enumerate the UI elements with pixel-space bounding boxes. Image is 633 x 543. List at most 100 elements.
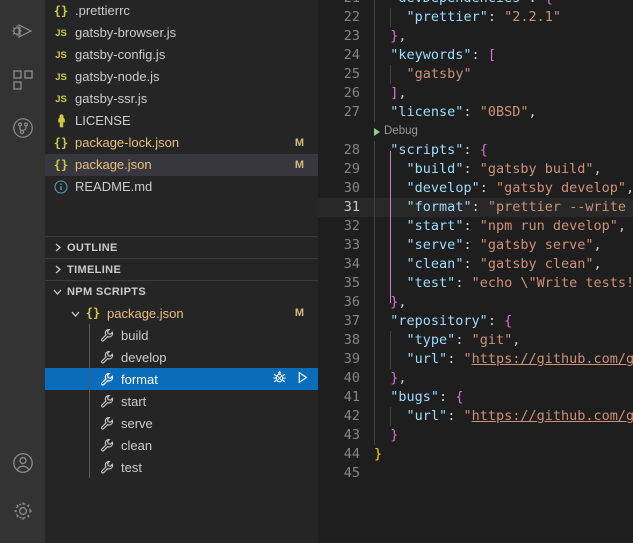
code-line[interactable]: 31 "format": "prettier --write bbox=[318, 198, 633, 217]
line-number: 24 bbox=[343, 47, 360, 63]
code-text: }, bbox=[390, 370, 407, 386]
file-row-gatsby-browser-js[interactable]: JS gatsby-browser.js bbox=[45, 22, 318, 44]
codelens-label: Debug bbox=[384, 125, 418, 137]
code-line[interactable]: 43} bbox=[318, 426, 633, 445]
debug-icon[interactable] bbox=[272, 370, 287, 388]
code-line[interactable]: 29 "build": "gatsby build", bbox=[318, 160, 633, 179]
code-line[interactable]: 26], bbox=[318, 84, 633, 103]
wrench-icon bbox=[99, 371, 115, 387]
code-line[interactable]: 45 bbox=[318, 464, 633, 483]
accounts-icon[interactable] bbox=[0, 439, 45, 487]
code-line[interactable]: 24 "keywords": [ bbox=[318, 46, 633, 65]
code-line[interactable]: 44} bbox=[318, 445, 633, 464]
code-text: "format": "prettier --write bbox=[406, 199, 633, 215]
indent-guide bbox=[374, 65, 375, 84]
code-line[interactable]: 23}, bbox=[318, 27, 633, 46]
js-icon: JS bbox=[55, 93, 67, 105]
indent-guide bbox=[374, 293, 375, 312]
line-number: 35 bbox=[343, 275, 360, 291]
file-row-package-lock-json[interactable]: {} package-lock.json M bbox=[45, 132, 318, 154]
file-row-gatsby-config-js[interactable]: JS gatsby-config.js bbox=[45, 44, 318, 66]
code-line[interactable]: 34 "clean": "gatsby clean", bbox=[318, 255, 633, 274]
run-and-debug-icon[interactable] bbox=[0, 8, 45, 56]
markdown-info-icon bbox=[53, 179, 69, 195]
code-line[interactable]: 22 "prettier": "2.2.1" bbox=[318, 8, 633, 27]
code-lines[interactable]: 21 "devDependencies": {22 "prettier": "2.2… bbox=[318, 0, 633, 543]
code-line[interactable]: 35 "test": "echo \"Write tests! bbox=[318, 274, 633, 293]
code-line[interactable]: 39 "url": "https://github.com/g bbox=[318, 350, 633, 369]
file-row-package-json[interactable]: {} package.json M bbox=[45, 154, 318, 176]
section-header-timeline[interactable]: TIMELINE bbox=[45, 258, 318, 280]
file-row-license[interactable]: LICENSE bbox=[45, 110, 318, 132]
npm-script-row-serve[interactable]: serve bbox=[45, 412, 318, 434]
indent-guide bbox=[390, 350, 392, 369]
code-line[interactable]: 27 "license": "0BSD", bbox=[318, 103, 633, 122]
chevron-down-icon[interactable] bbox=[67, 305, 83, 321]
code-line[interactable]: 25 "gatsby" bbox=[318, 65, 633, 84]
code-line[interactable]: 32 "start": "npm run develop", bbox=[318, 217, 633, 236]
section-header-npm-scripts[interactable]: NPM SCRIPTS bbox=[45, 280, 318, 302]
line-number: 38 bbox=[343, 332, 360, 348]
json-braces-icon: {} bbox=[53, 158, 69, 172]
indent-guide bbox=[390, 407, 392, 426]
chevron-right-icon bbox=[49, 240, 65, 256]
section-header-outline[interactable]: OUTLINE bbox=[45, 236, 318, 258]
section-title: NPM SCRIPTS bbox=[67, 285, 147, 298]
npm-script-label: develop bbox=[121, 349, 167, 365]
npm-script-row-develop[interactable]: develop bbox=[45, 346, 318, 368]
code-line[interactable]: 37 "repository": { bbox=[318, 312, 633, 331]
code-text: }, bbox=[390, 294, 407, 310]
modified-badge: M bbox=[294, 137, 304, 149]
code-editor[interactable]: 21 "devDependencies": {22 "prettier": "2.2… bbox=[318, 0, 633, 543]
wrench-icon bbox=[99, 349, 115, 365]
section-title: TIMELINE bbox=[67, 263, 122, 276]
wrench-icon bbox=[99, 393, 115, 409]
file-row-readme-md[interactable]: README.md bbox=[45, 176, 318, 198]
npm-script-row-build[interactable]: build bbox=[45, 324, 318, 346]
line-number: 31 bbox=[343, 199, 360, 215]
file-row-gatsby-node-js[interactable]: JS gatsby-node.js bbox=[45, 66, 318, 88]
wrench-icon bbox=[99, 327, 115, 343]
code-line[interactable]: 41 "bugs": { bbox=[318, 388, 633, 407]
npm-scripts-tree[interactable]: {} package.json M build develop format s… bbox=[45, 302, 318, 478]
line-number: 39 bbox=[343, 351, 360, 367]
indent-guide bbox=[374, 217, 375, 236]
code-line[interactable]: 30 "develop": "gatsby develop", bbox=[318, 179, 633, 198]
npm-file-row-package-json[interactable]: {} package.json M bbox=[45, 302, 318, 324]
extensions-icon[interactable] bbox=[0, 56, 45, 104]
file-tree[interactable]: {} .prettierrc JS gatsby-browser.js JS g… bbox=[45, 0, 318, 198]
code-line[interactable]: 33 "serve": "gatsby serve", bbox=[318, 236, 633, 255]
npm-script-row-format[interactable]: format bbox=[45, 368, 318, 390]
settings-gear-icon[interactable] bbox=[0, 487, 45, 535]
npm-script-label: start bbox=[121, 393, 147, 409]
activity-bar-top-group bbox=[0, 0, 45, 152]
code-line[interactable]: 36}, bbox=[318, 293, 633, 312]
code-line[interactable]: 21 "devDependencies": { bbox=[318, 0, 633, 8]
code-text: "scripts": { bbox=[390, 142, 488, 158]
file-name: .prettierrc bbox=[75, 3, 130, 18]
license-icon bbox=[53, 113, 69, 129]
code-line[interactable]: 40}, bbox=[318, 369, 633, 388]
line-number: 43 bbox=[343, 427, 360, 443]
code-text: } bbox=[390, 427, 399, 443]
file-row-prettierrc[interactable]: {} .prettierrc bbox=[45, 0, 318, 22]
npm-script-row-clean[interactable]: clean bbox=[45, 434, 318, 456]
code-line[interactable]: 42 "url": "https://github.com/g bbox=[318, 407, 633, 426]
chevron-down-icon bbox=[49, 284, 65, 300]
line-number: 28 bbox=[343, 142, 360, 158]
code-text: "serve": "gatsby serve", bbox=[406, 237, 602, 253]
npm-script-row-start[interactable]: start bbox=[45, 390, 318, 412]
file-name: gatsby-node.js bbox=[75, 69, 160, 84]
code-line[interactable]: 38 "type": "git", bbox=[318, 331, 633, 350]
file-row-gatsby-ssr-js[interactable]: JS gatsby-ssr.js bbox=[45, 88, 318, 110]
npm-script-row-test[interactable]: test bbox=[45, 456, 318, 478]
code-text: "url": "https://github.com/g bbox=[406, 408, 633, 424]
vscode-window: {} .prettierrc JS gatsby-browser.js JS g… bbox=[0, 0, 633, 543]
npm-script-actions bbox=[272, 370, 310, 388]
source-control-icon[interactable] bbox=[0, 104, 45, 152]
code-line[interactable]: 28 "scripts": { bbox=[318, 141, 633, 160]
run-icon[interactable] bbox=[295, 370, 310, 388]
codelens-debug[interactable]: Debug bbox=[318, 122, 633, 141]
code-text: ], bbox=[390, 85, 407, 101]
indent-guide bbox=[390, 65, 392, 84]
